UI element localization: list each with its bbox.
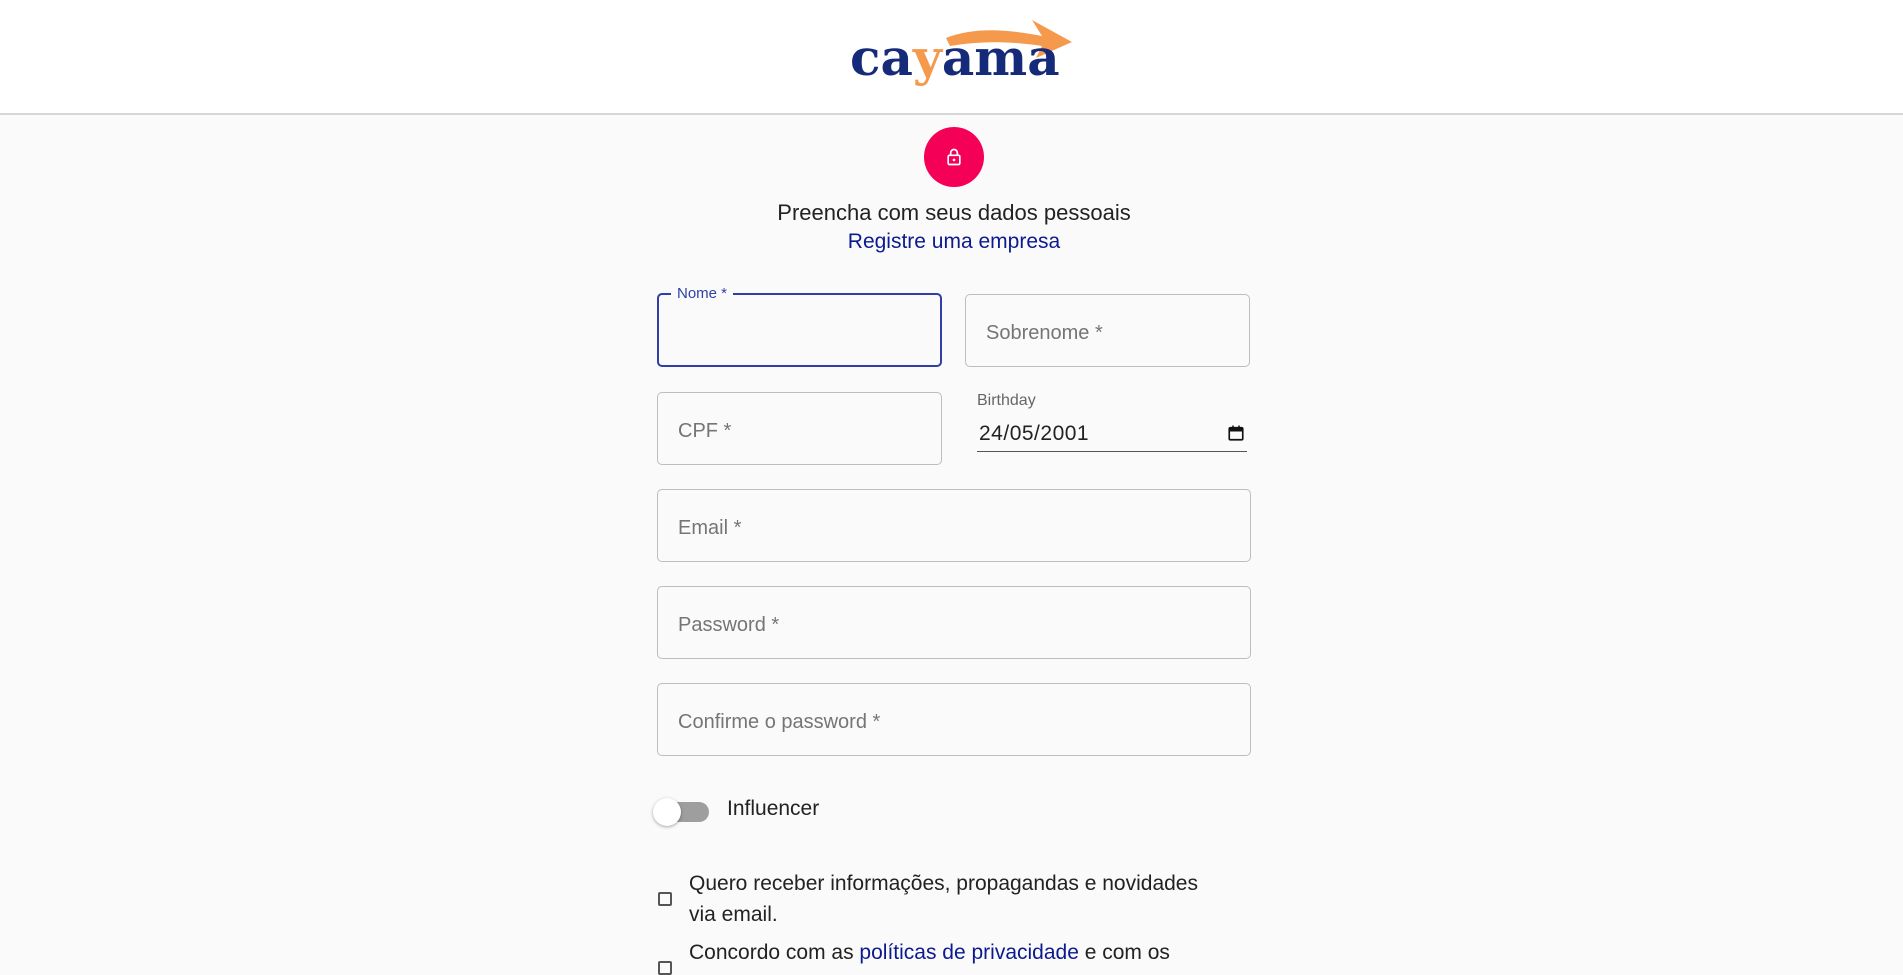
password-field[interactable]: Password *	[657, 586, 1251, 659]
newsletter-checkbox[interactable]	[658, 892, 672, 906]
email-placeholder: Email *	[678, 517, 742, 539]
privacy-policy-link[interactable]: políticas de privacidade	[859, 941, 1078, 964]
lock-icon	[947, 148, 961, 166]
privacy-text-before: Concordo com as	[689, 941, 860, 964]
privacy-text-after: e com os	[1078, 941, 1170, 964]
top-header: cayama	[0, 0, 1903, 115]
newsletter-text-line1: Quero receber informações, propagandas e…	[689, 872, 1198, 895]
register-company-link[interactable]: Registre uma empresa	[600, 230, 1308, 254]
privacy-checkbox[interactable]	[658, 961, 672, 975]
calendar-icon[interactable]	[1227, 424, 1245, 442]
privacy-text: Concordo com as políticas de privacidade…	[689, 937, 1209, 968]
confirm-password-field[interactable]: Confirme o password *	[657, 683, 1251, 756]
influencer-label: Influencer	[727, 797, 820, 820]
first-name-field[interactable]: Nome *	[657, 285, 942, 367]
lock-avatar	[924, 127, 984, 187]
influencer-toggle[interactable]	[651, 796, 711, 826]
newsletter-text-line2: via email.	[689, 903, 778, 926]
confirm-password-placeholder: Confirme o password *	[678, 711, 881, 733]
toggle-thumb	[653, 798, 681, 826]
password-placeholder: Password *	[678, 614, 780, 636]
newsletter-text: Quero receber informações, propagandas e…	[689, 868, 1209, 930]
birthday-label: Birthday	[977, 392, 1036, 409]
cpf-field[interactable]: CPF *	[657, 392, 942, 465]
birthday-input[interactable]: 24/05/2001	[977, 418, 1247, 452]
cpf-placeholder: CPF *	[678, 420, 732, 442]
cayama-logo[interactable]: cayama	[846, 12, 1076, 92]
form-subtitle: Preencha com seus dados pessoais	[777, 200, 1131, 225]
logo-text: cayama	[850, 28, 1060, 87]
birthday-value: 24/05/2001	[979, 422, 1090, 445]
last-name-field[interactable]: Sobrenome *	[965, 294, 1250, 367]
first-name-input[interactable]	[659, 295, 940, 365]
email-field[interactable]: Email *	[657, 489, 1251, 562]
last-name-placeholder: Sobrenome *	[986, 322, 1103, 344]
